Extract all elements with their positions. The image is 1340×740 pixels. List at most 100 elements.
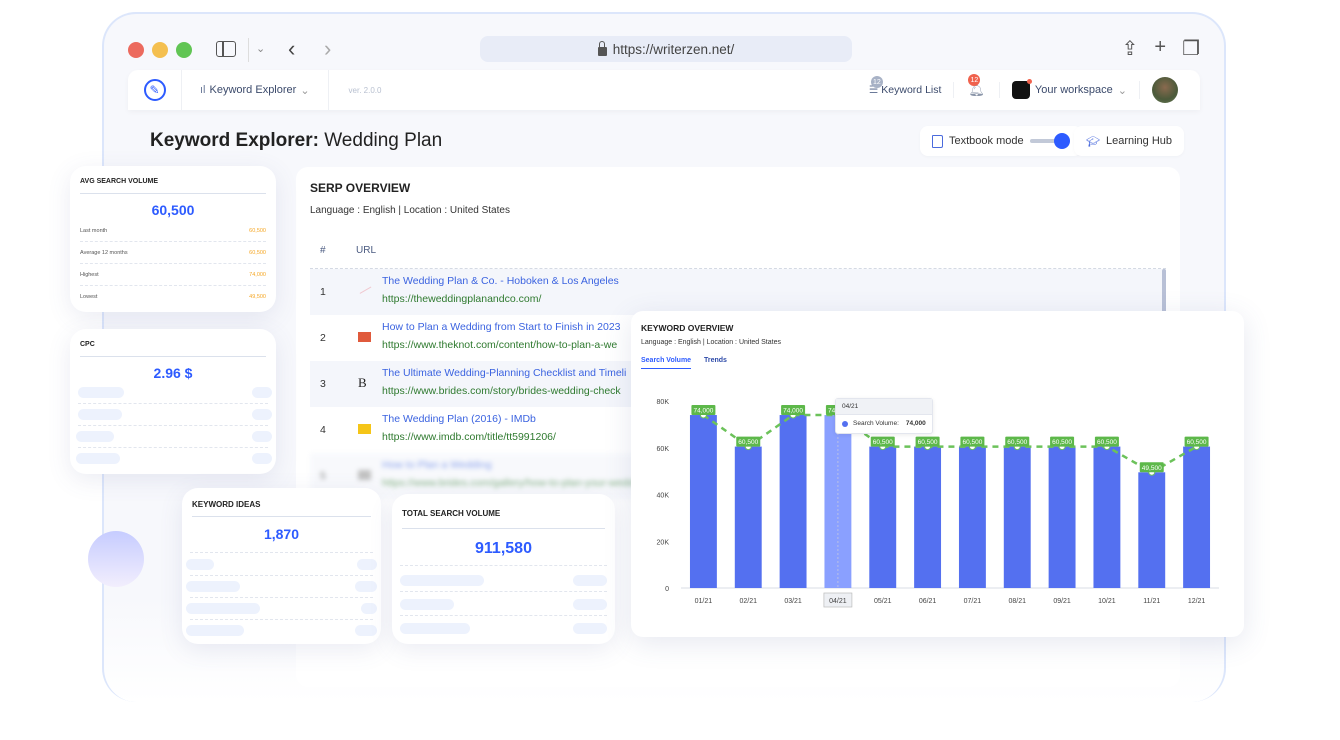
- data-label: 60,500: [1052, 439, 1072, 446]
- cpc-card: CPC 2.96 $: [70, 329, 276, 474]
- keyword-list-button[interactable]: ☰ 12 Keyword List: [857, 76, 954, 96]
- y-tick-label: 60K: [657, 446, 670, 453]
- avg-search-volume-card: AVG SEARCH VOLUME 60,500 Last month 60,50…: [70, 166, 276, 312]
- workspace-label: Your workspace: [1034, 84, 1113, 96]
- bar: [734, 446, 762, 588]
- stat-row: Lowest 49,500: [80, 286, 266, 308]
- data-label: 74,000: [783, 408, 803, 415]
- divider: [80, 356, 266, 357]
- stat-label: Last month: [80, 227, 108, 234]
- placeholder-row: [186, 554, 377, 576]
- chart-tooltip: 04/21 Search Volume: 74,000: [835, 398, 933, 434]
- serp-url[interactable]: https://www.imdb.com/title/tt5991206/: [382, 431, 556, 443]
- keyword-explorer-menu[interactable]: ıl Keyword Explorer ⌄: [182, 70, 329, 110]
- divider: [80, 193, 266, 194]
- stat-value: 74,000: [249, 271, 266, 278]
- avatar[interactable]: [1152, 77, 1178, 103]
- divider: [190, 552, 373, 553]
- data-label: 60,500: [962, 439, 982, 446]
- brides-favicon-icon: B: [358, 375, 367, 390]
- placeholder-row: [186, 620, 377, 642]
- notifications-button[interactable]: 🔔︎ 12: [953, 74, 1000, 98]
- stat-value: 49,500: [249, 294, 266, 300]
- tooltip-date: 04/21: [836, 399, 932, 415]
- x-tick-label: 09/21: [1053, 598, 1071, 605]
- series-dot-icon: [842, 420, 848, 427]
- serp-title-link[interactable]: How to Plan a Wedding from Start to Fini…: [382, 321, 621, 333]
- lock-icon: [597, 40, 607, 56]
- serp-subtitle: Language : English | Location : United S…: [310, 205, 510, 216]
- learning-hub-button[interactable]: 🎓︎ Learning Hub: [1074, 126, 1185, 156]
- serp-rank: 1: [320, 286, 326, 298]
- keyword-ideas-value: 1,870: [263, 526, 300, 542]
- address-bar[interactable]: https://writerzen.net/: [480, 36, 852, 62]
- card-title: TOTAL SEARCH VOLUME: [402, 509, 501, 518]
- decorative-circle: [88, 531, 144, 587]
- column-header-url: URL: [356, 245, 377, 256]
- serp-scrollbar[interactable]: [1162, 269, 1166, 315]
- serp-title-link[interactable]: How to Plan a Wedding: [382, 459, 492, 471]
- serp-url[interactable]: https://www.brides.com/gallery/how-to-pl…: [382, 477, 648, 489]
- y-tick-label: 80K: [657, 399, 670, 406]
- stat-value: 60,500: [249, 249, 266, 256]
- search-volume-chart: 0 20K 40K 60K 80K 01/21 02/21 03/21 04/21 05/21 06…: [657, 399, 1219, 608]
- workspace-switcher[interactable]: Your workspace ⌄: [1000, 79, 1140, 99]
- serp-url[interactable]: https://theweddingplanandco.com/: [382, 293, 541, 305]
- toggle-switch[interactable]: [1029, 133, 1070, 149]
- serp-rank: 2: [320, 332, 326, 344]
- bar: [958, 446, 986, 588]
- stat-value: 60,500: [249, 227, 266, 234]
- y-tick-label: 20K: [657, 539, 670, 546]
- bar: [689, 415, 717, 588]
- bar: [914, 446, 942, 588]
- data-label: 60,500: [1007, 439, 1027, 446]
- textbook-mode-toggle[interactable]: Textbook mode: [920, 126, 1082, 156]
- x-tick-label: 10/21: [1098, 598, 1116, 605]
- sidebar-toggle-icon[interactable]: [216, 41, 236, 57]
- data-label: 60,500: [873, 439, 893, 446]
- serp-title-link[interactable]: The Wedding Plan & Co. - Hoboken & Los A…: [382, 275, 619, 287]
- new-tab-icon[interactable]: +: [1154, 36, 1166, 61]
- learning-hub-label: Learning Hub: [1105, 135, 1173, 147]
- x-tick-label: 07/21: [964, 598, 982, 605]
- pen-logo-icon: ✎: [143, 79, 166, 101]
- workspace-logo-icon: [1011, 79, 1032, 99]
- share-icon[interactable]: ⇪: [1122, 36, 1139, 61]
- back-icon[interactable]: ‹: [288, 36, 295, 62]
- serp-row[interactable]: 1 The Wedding Plan & Co. - Hoboken & Los…: [310, 269, 1166, 315]
- page-title-keyword: Wedding Plan: [324, 130, 443, 151]
- tooltip-value: 74,000: [905, 420, 926, 427]
- data-label: 49,500: [1142, 465, 1162, 472]
- tooltip-series-label: Search Volume:: [853, 420, 899, 427]
- y-tick-label: 40K: [657, 493, 670, 500]
- divider: [402, 528, 605, 529]
- minimize-window-button[interactable]: [152, 42, 168, 58]
- stat-row: Last month 60,500: [80, 220, 266, 242]
- serp-url[interactable]: https://www.brides.com/story/brides-wedd…: [382, 385, 621, 397]
- data-label: 60,500: [918, 439, 938, 446]
- x-tick-label: 12/21: [1188, 598, 1206, 605]
- bar: [1093, 446, 1121, 588]
- imdb-favicon-icon: [358, 424, 371, 434]
- serp-title-link[interactable]: The Ultimate Wedding-Planning Checklist …: [382, 367, 626, 379]
- placeholder-row: [400, 618, 607, 640]
- data-label: 60,500: [738, 439, 758, 446]
- serp-url[interactable]: https://www.theknot.com/content/how-to-p…: [382, 339, 617, 351]
- chevron-down-icon[interactable]: ⌄: [256, 42, 265, 55]
- tabs-overview-icon[interactable]: ❐: [1182, 36, 1200, 61]
- x-tick-label: 06/21: [919, 598, 937, 605]
- serp-title-link[interactable]: The Wedding Plan (2016) - IMDb: [382, 413, 536, 425]
- page-title-prefix: Keyword Explorer:: [150, 130, 319, 151]
- favicon-icon: [358, 470, 371, 480]
- stat-row: Average 12 months 60,500: [80, 242, 266, 264]
- forward-icon[interactable]: ›: [324, 36, 331, 62]
- maximize-window-button[interactable]: [176, 42, 192, 58]
- trend-line: [702, 413, 1198, 474]
- placeholder-row: [76, 426, 272, 448]
- placeholder-row: [186, 576, 377, 598]
- x-tick-label: 08/21: [1008, 598, 1026, 605]
- close-window-button[interactable]: [128, 42, 144, 58]
- divider: [400, 565, 607, 566]
- total-search-volume-value: 911,580: [475, 540, 532, 557]
- writerzen-logo[interactable]: ✎: [128, 70, 182, 110]
